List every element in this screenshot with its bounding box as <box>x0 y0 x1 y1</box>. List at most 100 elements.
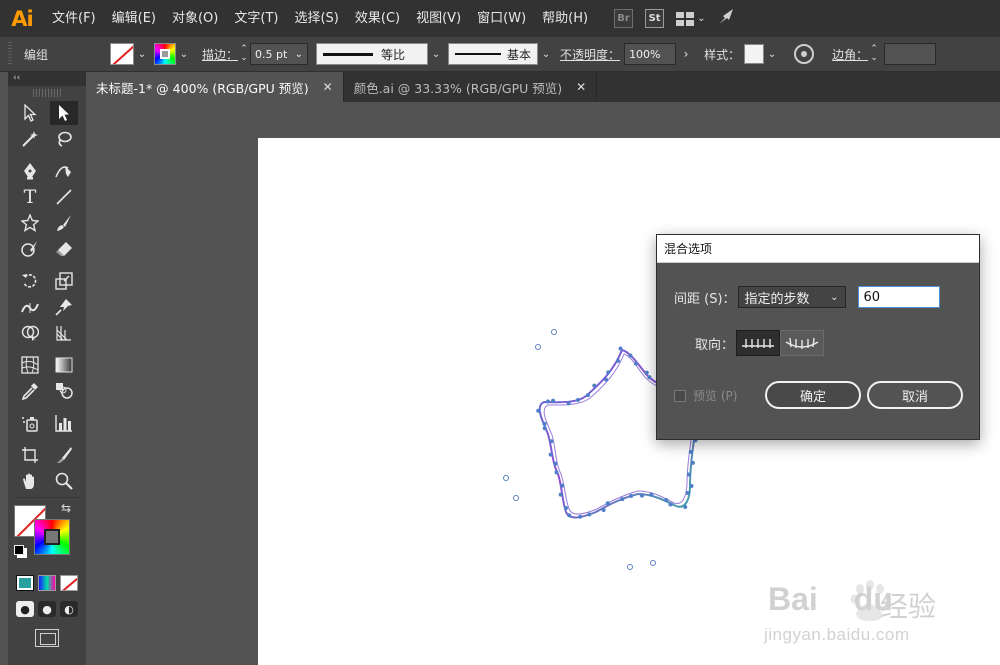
zoom-tool-icon[interactable] <box>50 469 78 493</box>
gradient-mode-icon[interactable] <box>38 575 56 591</box>
anchor-point[interactable] <box>558 492 563 497</box>
corner-stepper[interactable]: ⌃ ⌄ <box>868 42 880 66</box>
anchor-point[interactable] <box>560 483 565 488</box>
anchor-point[interactable] <box>601 508 606 513</box>
direction-handles[interactable] <box>503 329 656 570</box>
scale-tool-icon[interactable] <box>50 269 78 293</box>
anchor-point[interactable] <box>554 470 559 475</box>
chevron-down-icon[interactable]: ⌄ <box>764 43 780 65</box>
corner-label[interactable]: 边角： <box>832 46 868 63</box>
stroke-weight-stepper[interactable]: ⌃ ⌄ <box>238 42 250 66</box>
anchor-point[interactable] <box>688 449 693 454</box>
pen-tool-icon[interactable] <box>16 159 44 183</box>
stock-button[interactable]: St <box>645 9 665 28</box>
fill-swatch[interactable] <box>110 43 134 65</box>
stroke-color-icon[interactable] <box>34 519 70 555</box>
anchor-point[interactable] <box>585 393 590 398</box>
shape-builder-tool-icon[interactable] <box>16 321 44 345</box>
anchor-point[interactable] <box>690 460 695 465</box>
color-mode-icon[interactable] <box>16 575 34 591</box>
arrange-documents-icon[interactable]: ⌄ <box>676 11 705 26</box>
stroke-label[interactable]: 描边： <box>202 46 238 63</box>
anchor-point[interactable] <box>683 505 688 510</box>
anchor-point[interactable] <box>542 426 547 431</box>
eyedropper-tool-icon[interactable] <box>16 379 44 403</box>
draw-normal-icon[interactable]: ● <box>16 601 34 617</box>
column-graph-tool-icon[interactable] <box>50 411 78 435</box>
dialog-title[interactable]: 混合选项 <box>657 235 979 263</box>
menu-file[interactable]: 文件(F) <box>44 0 104 37</box>
menu-help[interactable]: 帮助(H) <box>534 0 596 37</box>
draw-inside-icon[interactable]: ◐ <box>60 601 78 617</box>
gradient-tool-icon[interactable] <box>50 353 78 377</box>
magic-wand-tool-icon[interactable] <box>16 127 44 151</box>
brush-definition[interactable]: 基本 <box>448 43 539 65</box>
shaper-tool-icon[interactable] <box>16 237 44 261</box>
menu-type[interactable]: 文字(T) <box>226 0 286 37</box>
anchor-point[interactable] <box>649 492 654 497</box>
tools-grip[interactable] <box>33 89 61 97</box>
anchor-point[interactable] <box>567 513 572 518</box>
menu-window[interactable]: 窗口(W) <box>469 0 534 37</box>
chevron-down-icon[interactable]: ⌄ <box>134 43 150 65</box>
anchor-point[interactable] <box>587 512 592 517</box>
anchor-point[interactable] <box>546 399 551 404</box>
chevron-right-icon[interactable]: › <box>676 43 696 65</box>
rotate-tool-icon[interactable] <box>16 269 44 293</box>
opacity-field[interactable]: 100% <box>624 43 677 65</box>
variable-width-profile[interactable]: 等比 <box>316 43 429 65</box>
gpu-performance-icon[interactable] <box>717 8 737 30</box>
align-to-path-button[interactable] <box>780 330 825 356</box>
chevron-down-icon[interactable]: ⌄ <box>428 43 444 65</box>
recolor-artwork-icon[interactable] <box>794 44 815 64</box>
anchor-point[interactable] <box>551 398 556 403</box>
selection-tool-icon[interactable] <box>16 101 44 125</box>
anchor-point[interactable] <box>578 514 583 519</box>
anchor-point[interactable] <box>686 472 691 477</box>
curvature-tool-icon[interactable] <box>50 159 78 183</box>
chevron-down-icon[interactable]: ⌄ <box>176 43 192 65</box>
menu-effect[interactable]: 效果(C) <box>347 0 408 37</box>
anchor-point[interactable] <box>566 401 571 406</box>
line-segment-tool-icon[interactable] <box>50 185 78 209</box>
screen-mode-icon[interactable] <box>35 629 59 647</box>
spacing-select[interactable]: 指定的步数 ⌄ <box>737 286 846 308</box>
chevron-down-icon[interactable]: ⌄ <box>538 43 554 65</box>
stroke-swatch[interactable] <box>154 43 176 65</box>
tab-untitled-1[interactable]: 未标题-1* @ 400% (RGB/GPU 预览) ✕ <box>86 72 344 102</box>
mesh-tool-icon[interactable] <box>16 353 44 377</box>
anchor-point[interactable] <box>604 377 609 382</box>
anchor-point[interactable] <box>629 493 634 498</box>
tools-collapse-button[interactable]: ‹‹ <box>8 72 86 86</box>
stroke-weight-field[interactable]: 0.5 pt ⌄ <box>250 43 309 65</box>
steps-input[interactable] <box>857 286 940 308</box>
perspective-grid-tool-icon[interactable] <box>50 321 78 345</box>
direct-selection-tool-icon[interactable] <box>50 101 78 125</box>
anchor-point[interactable] <box>634 361 639 366</box>
close-icon[interactable]: ✕ <box>323 80 333 94</box>
tab-color-ai[interactable]: 颜色.ai @ 33.33% (RGB/GPU 预览) ✕ <box>344 72 598 102</box>
bridge-button[interactable]: Br <box>614 9 634 28</box>
paintbrush-tool-icon[interactable] <box>50 211 78 235</box>
cancel-button[interactable]: 取消 <box>867 381 963 409</box>
anchor-point[interactable] <box>685 491 690 496</box>
control-bar-grip[interactable] <box>8 42 12 66</box>
anchor-point[interactable] <box>606 370 611 375</box>
anchor-point[interactable] <box>542 421 547 426</box>
type-tool-icon[interactable]: T <box>16 185 44 209</box>
anchor-point[interactable] <box>605 501 610 506</box>
blend-tool-icon[interactable] <box>50 379 78 403</box>
anchor-point[interactable] <box>640 493 645 498</box>
star-tool-icon[interactable] <box>16 211 44 235</box>
eraser-tool-icon[interactable] <box>50 237 78 261</box>
menu-select[interactable]: 选择(S) <box>286 0 346 37</box>
anchor-point[interactable] <box>592 383 597 388</box>
corner-field[interactable] <box>884 43 937 65</box>
graphic-style-swatch[interactable] <box>744 44 765 64</box>
default-fill-stroke-icon[interactable] <box>14 545 24 555</box>
anchor-point[interactable] <box>548 452 553 457</box>
slice-tool-icon[interactable] <box>50 443 78 467</box>
anchor-point[interactable] <box>668 502 673 507</box>
anchor-point[interactable] <box>644 370 649 375</box>
width-tool-icon[interactable] <box>16 295 44 319</box>
